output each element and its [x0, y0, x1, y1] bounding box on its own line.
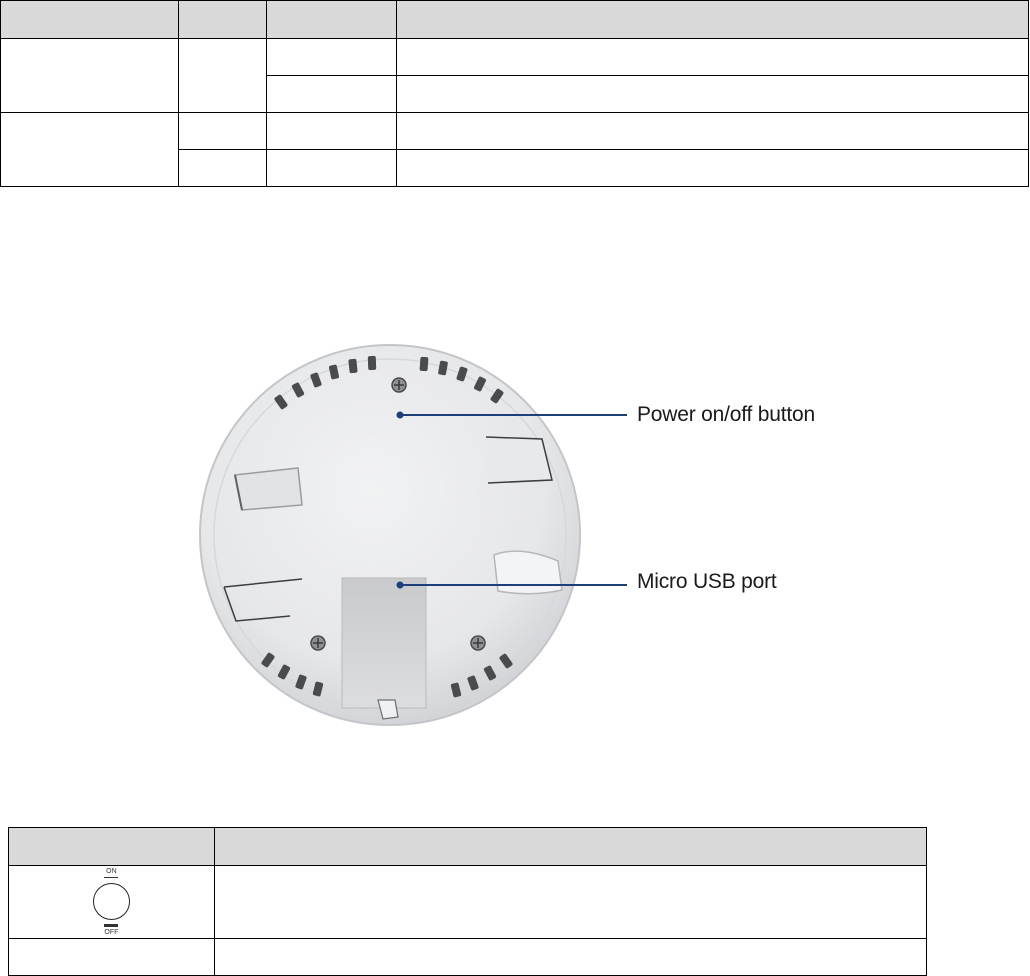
- table-cell: [8, 938, 215, 976]
- table-cell: [213, 865, 928, 939]
- power-button-circle-icon: [93, 883, 131, 920]
- table-cell: [395, 149, 1030, 187]
- switch-off-label: OFF: [104, 929, 119, 936]
- specification-table-top: [0, 0, 1030, 187]
- table-row: [0, 112, 1030, 187]
- table-cell: [213, 938, 928, 976]
- table-row: ON OFF: [8, 865, 928, 939]
- table-cell: [0, 112, 179, 187]
- table-row: [0, 38, 1030, 113]
- table-header-cell: [8, 827, 215, 866]
- table-cell: [265, 112, 397, 150]
- table-cell: ON OFF: [8, 865, 215, 939]
- table-header-cell: [0, 0, 179, 39]
- screw: [391, 377, 407, 393]
- table-row: [8, 938, 928, 976]
- callout-power-button-label: Power on/off button: [637, 403, 815, 426]
- screw: [310, 635, 326, 651]
- table-cell: [395, 112, 1030, 150]
- table-cell: [177, 112, 267, 150]
- table-header-cell: [395, 0, 1030, 39]
- screw: [470, 635, 486, 651]
- table-cell: [395, 75, 1030, 113]
- mount-clip-right: [485, 436, 553, 484]
- table-header-cell: [213, 827, 928, 866]
- table-cell: [265, 38, 397, 76]
- table-cell: [265, 149, 397, 187]
- callout-usb-port-label: Micro USB port: [637, 570, 777, 593]
- device-underside-figure: [199, 344, 627, 726]
- table-cell: [265, 75, 397, 113]
- power-switch-icon: ON OFF: [89, 868, 133, 936]
- table-cell: [177, 149, 267, 187]
- mount-clip-left: [234, 467, 303, 511]
- button-description-table: ON OFF: [8, 827, 928, 976]
- table-cell: [177, 38, 267, 113]
- usb-port-recess: [341, 577, 427, 709]
- table-cell: [0, 38, 179, 113]
- table-header-row: [0, 0, 1030, 39]
- switch-on-label: ON: [106, 868, 117, 875]
- table-header-row: [8, 827, 928, 866]
- table-header-cell: [177, 0, 267, 39]
- table-header-cell: [265, 0, 397, 39]
- table-cell: [395, 38, 1030, 76]
